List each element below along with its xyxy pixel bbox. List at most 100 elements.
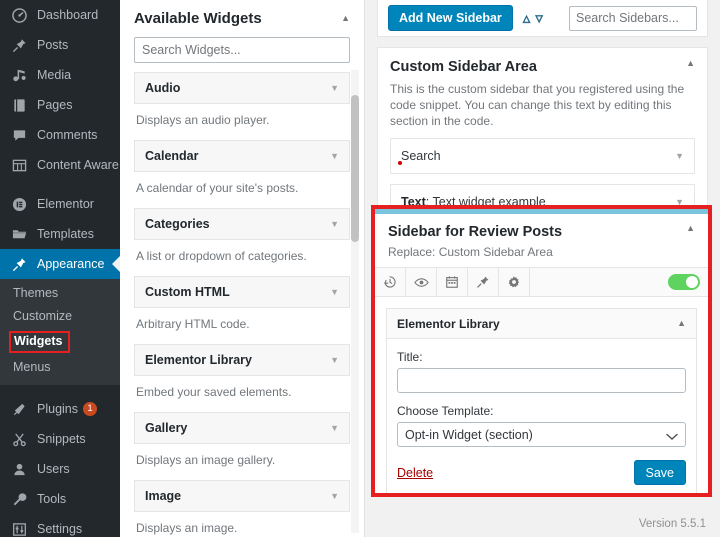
review-sidebar-title-row: Sidebar for Review Posts ▲: [388, 224, 695, 241]
sidebar-item-tools[interactable]: Tools: [0, 484, 120, 514]
caret-down-icon[interactable]: ▼: [330, 151, 339, 161]
widget-item-categories: Categories ▼ A list or dropdown of categ…: [134, 208, 350, 276]
submenu-item-menus[interactable]: Menus: [0, 356, 120, 379]
sidebar-item-plugins[interactable]: Plugins 1: [0, 394, 120, 424]
widget-bar[interactable]: Image ▼: [134, 480, 350, 512]
widget-description: Arbitrary HTML code.: [136, 317, 250, 331]
elementor-library-widget-body: Title: Choose Template: Opt-in Widget (s…: [387, 339, 696, 493]
widget-description: Displays an image.: [136, 521, 238, 535]
drop-indicator-dot: [398, 161, 402, 165]
caret-up-icon[interactable]: ▲: [686, 224, 695, 233]
widget-name: Calendar: [145, 149, 199, 163]
widget-actions-row: Delete Save: [397, 460, 686, 485]
widget-bar[interactable]: Calendar ▼: [134, 140, 350, 172]
sidebar-item-media[interactable]: Media: [0, 60, 120, 90]
sidebar-item-label: Snippets: [37, 432, 86, 446]
widget-item-gallery: Gallery ▼ Displays an image gallery.: [134, 412, 350, 480]
sidebar-item-posts[interactable]: Posts: [0, 30, 120, 60]
sidebar-item-label: Users: [37, 462, 70, 476]
wrench-icon: [9, 489, 29, 509]
menu-separator-1: [0, 180, 120, 189]
chevron-up-icon[interactable]: ▵: [523, 11, 531, 26]
choose-template-select[interactable]: Opt-in Widget (section): [397, 422, 686, 447]
caret-down-icon[interactable]: ▼: [675, 151, 684, 161]
sidebar-item-snippets[interactable]: Snippets: [0, 424, 120, 454]
caret-up-icon[interactable]: ▲: [677, 319, 686, 328]
widget-name: Image: [145, 489, 182, 503]
search-widgets-input[interactable]: [134, 37, 350, 63]
caret-down-icon[interactable]: ▼: [330, 355, 339, 365]
submenu-item-themes[interactable]: Themes: [0, 282, 120, 305]
sidebar-item-label: Settings: [37, 522, 83, 536]
sidebar-item-users[interactable]: Users: [0, 454, 120, 484]
title-input[interactable]: [397, 368, 686, 393]
sidebar-item-dashboard[interactable]: Dashboard: [0, 0, 120, 30]
caret-down-icon[interactable]: ▼: [330, 287, 339, 297]
widgets-highlight-box: Widgets: [9, 331, 70, 353]
caret-down-icon[interactable]: ▼: [330, 423, 339, 433]
caret-down-icon[interactable]: ▼: [330, 83, 339, 93]
available-widgets-panel: Available Widgets ▲ Audio ▼ Displays an …: [120, 0, 365, 537]
sidebar-item-templates[interactable]: Templates: [0, 219, 120, 249]
add-new-sidebar-button[interactable]: Add New Sidebar: [388, 5, 513, 31]
widget-item-audio: Audio ▼ Displays an audio player.: [134, 72, 350, 140]
sidebar-widget-label: Search: [401, 149, 441, 163]
widget-item-elementor-library: Elementor Library ▼ Embed your saved ele…: [134, 344, 350, 412]
sidebar-item-appearance[interactable]: Appearance: [0, 249, 120, 279]
plug-icon: [9, 399, 29, 419]
sidebar-item-elementor[interactable]: Elementor: [0, 189, 120, 219]
widget-name: Elementor Library: [145, 353, 252, 367]
review-sidebar-header: Sidebar for Review Posts ▲ Replace: Cust…: [375, 214, 708, 267]
widget-bar[interactable]: Audio ▼: [134, 72, 350, 104]
submenu-label: Widgets: [14, 334, 63, 348]
plugins-update-badge: 1: [83, 402, 97, 416]
submenu-label: Customize: [13, 309, 73, 323]
submenu-label: Menus: [13, 360, 51, 374]
caret-down-icon[interactable]: ▼: [330, 491, 339, 501]
grid-icon: [9, 155, 29, 175]
eye-icon[interactable]: [406, 268, 437, 296]
custom-sidebar-area-description: This is the custom sidebar that you regi…: [390, 82, 685, 128]
sidebar-for-review-posts-panel: Sidebar for Review Posts ▲ Replace: Cust…: [371, 205, 712, 497]
widget-name: Custom HTML: [145, 285, 230, 299]
widget-bar[interactable]: Custom HTML ▼: [134, 276, 350, 308]
elementor-library-widget-header[interactable]: Elementor Library ▲: [387, 309, 696, 339]
caret-up-icon[interactable]: ▲: [341, 14, 350, 23]
sidebar-widget-search[interactable]: Search ▼: [390, 138, 695, 174]
dashboard-icon: [9, 5, 29, 25]
available-widgets-scrollbar-thumb[interactable]: [351, 95, 359, 242]
widget-description: Embed your saved elements.: [136, 385, 292, 399]
sidebar-enabled-toggle[interactable]: [668, 274, 700, 290]
elementor-library-widget-title: Elementor Library: [397, 316, 500, 331]
sidebar-item-pages[interactable]: Pages: [0, 90, 120, 120]
history-icon[interactable]: [375, 268, 406, 296]
title-field-label: Title:: [397, 350, 423, 364]
gear-icon[interactable]: [499, 268, 530, 296]
sidebar-item-label: Pages: [37, 98, 73, 112]
sidebar-item-label: Appearance: [37, 257, 105, 271]
widget-description: Displays an audio player.: [136, 113, 270, 127]
available-widgets-list[interactable]: Audio ▼ Displays an audio player. Calend…: [120, 66, 364, 537]
submenu-item-customize[interactable]: Customize: [0, 305, 120, 328]
widget-bar[interactable]: Categories ▼: [134, 208, 350, 240]
submenu-item-widgets[interactable]: Widgets: [0, 328, 120, 356]
sidebar-item-comments[interactable]: Comments: [0, 120, 120, 150]
calendar-icon[interactable]: [437, 268, 468, 296]
caret-down-icon[interactable]: ▼: [330, 219, 339, 229]
sidebar-item-label: Dashboard: [37, 8, 99, 22]
page-title: Available Widgets: [134, 10, 262, 27]
available-widgets-title-row: Available Widgets ▲: [134, 10, 350, 27]
widget-bar[interactable]: Gallery ▼: [134, 412, 350, 444]
caret-up-icon[interactable]: ▲: [686, 59, 695, 68]
custom-sidebar-area-title-row: Custom Sidebar Area ▲: [390, 59, 695, 76]
pin-icon[interactable]: [468, 268, 499, 296]
widget-name: Categories: [145, 217, 210, 231]
widget-bar[interactable]: Elementor Library ▼: [134, 344, 350, 376]
delete-link[interactable]: Delete: [397, 466, 433, 480]
sidebar-item-settings[interactable]: Settings: [0, 514, 120, 537]
review-sidebar-icon-toolbar: [375, 267, 708, 297]
sidebar-item-content-aware[interactable]: Content Aware: [0, 150, 120, 180]
save-button[interactable]: Save: [633, 460, 686, 485]
chevron-down-icon[interactable]: ▿: [535, 11, 543, 26]
search-sidebars-input[interactable]: [569, 5, 697, 31]
